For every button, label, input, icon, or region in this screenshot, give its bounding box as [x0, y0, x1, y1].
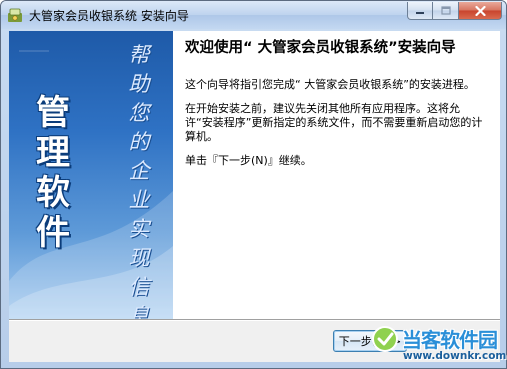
window-title: 大管家会员收银系统 安装向导: [29, 9, 189, 23]
slogan-char: 业: [128, 188, 150, 212]
close-button[interactable]: [459, 2, 502, 20]
banner-title-char: 软: [36, 173, 70, 213]
watermark-url: www.downkr.com: [403, 350, 507, 362]
slogan-char: 您: [128, 101, 150, 125]
slogan-char: 息: [128, 304, 150, 319]
slogan-char: 帮: [128, 43, 150, 67]
banner-title-char: 件: [36, 213, 70, 253]
welcome-heading: 欢迎使用“ 大管家会员收银系统”安装向导: [185, 40, 456, 56]
slogan-char: 企: [128, 159, 150, 183]
slogan-char: 现: [128, 246, 150, 270]
title-bar[interactable]: 大管家会员收银系统 安装向导: [1, 1, 506, 29]
continue-hint: 单击『下一步(N)』继续。: [185, 154, 312, 167]
maximize-button[interactable]: [433, 2, 459, 20]
welcome-content: 欢迎使用“ 大管家会员收银系统”安装向导 这个向导将指引您完成“ 大管家会员收银…: [185, 39, 485, 178]
close-icon: [474, 5, 486, 16]
slogan-char: 信: [128, 275, 150, 299]
installer-window: 大管家会员收银系统 安装向导 管 理 软 件 帮 助 您 的 企 业 实 现 信…: [0, 0, 507, 369]
watermark: 当客软件园 www.downkr.com: [370, 322, 507, 369]
watermark-logo-icon: [372, 326, 398, 352]
intro-text: 这个向导将指引您完成“ 大管家会员收银系统”的安装进程。: [185, 78, 475, 91]
watermark-name: 当客软件园: [402, 328, 498, 352]
advice-text: 在开始安装之前，建议先关闭其他所有应用程序。这将允许“安装程序”更新指定的系统文…: [185, 102, 483, 143]
minimize-icon: [416, 11, 424, 14]
wizard-body: 管 理 软 件 帮 助 您 的 企 业 实 现 信 息 化 欢迎使用“ 大管家会…: [9, 31, 500, 362]
slogan-char: 的: [128, 130, 150, 154]
banner-title-char: 管: [36, 93, 70, 133]
banner-slogan: 帮 助 您 的 企 业 实 现 信 息 化: [124, 41, 154, 319]
welcome-banner: 管 理 软 件 帮 助 您 的 企 业 实 现 信 息 化: [9, 31, 173, 319]
installer-app-icon: [8, 8, 22, 22]
banner-title: 管 理 软 件: [31, 93, 75, 253]
minimize-button[interactable]: [407, 2, 433, 20]
maximize-icon: [440, 6, 451, 15]
window-controls: [407, 2, 502, 21]
slogan-char: 助: [128, 72, 150, 96]
slogan-char: 实: [128, 217, 150, 241]
banner-title-char: 理: [36, 133, 70, 173]
